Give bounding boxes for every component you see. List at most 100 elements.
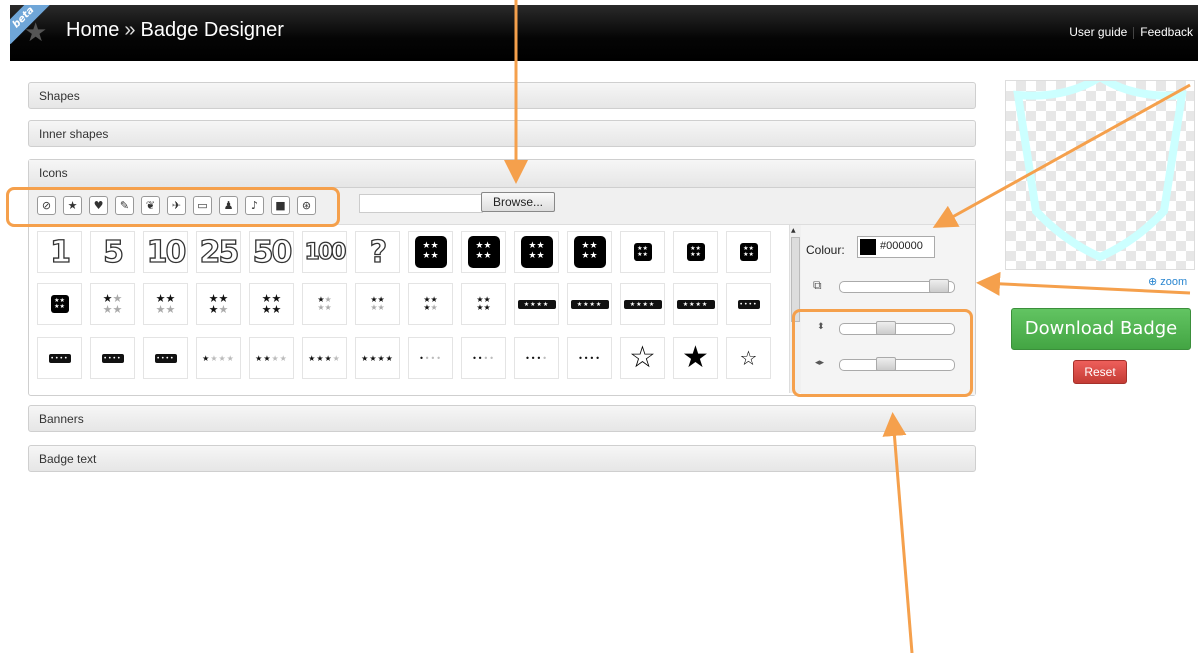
- icon-tile[interactable]: ••••: [143, 337, 188, 379]
- size-slider-knob[interactable]: [929, 279, 950, 293]
- stars-square-small-icon: ★★ ★★: [50, 295, 69, 313]
- icon-tile[interactable]: ★★★★: [249, 337, 294, 379]
- icon-grid: 1 5 10 25 50 100 ? ★★ ★★ ★★ ★★ ★★ ★★ ★★ ★★ ★…: [29, 225, 788, 395]
- icon-tile[interactable]: ★★★★: [196, 337, 241, 379]
- icons-label: Icons: [39, 166, 68, 180]
- four-star-row-icon: ★★★★: [361, 353, 394, 363]
- one-dot-row-icon: ••••: [419, 353, 442, 363]
- colour-picker[interactable]: #000000: [857, 236, 935, 258]
- icon-tile[interactable]: ••••: [408, 337, 453, 379]
- top-bar: ★ beta Home» Badge Designer User guide Fee…: [10, 5, 1198, 61]
- icons-section-header[interactable]: Icons: [29, 160, 975, 188]
- upload-field[interactable]: [359, 194, 483, 213]
- icon-tile[interactable]: 5: [90, 231, 135, 273]
- badge-preview: [1005, 72, 1195, 270]
- icon-tile[interactable]: ★★★★: [408, 231, 453, 273]
- icon-tile[interactable]: ★★★★: [355, 337, 400, 379]
- icon-tile[interactable]: ★★★★: [726, 231, 771, 273]
- scroll-up-icon[interactable]: ▲: [791, 227, 796, 234]
- two-star-small-icon: ★★ ★★: [370, 295, 385, 312]
- icon-tile[interactable]: ★: [673, 337, 718, 379]
- browse-button[interactable]: Browse...: [481, 192, 555, 212]
- download-badge-button[interactable]: Download Badge: [1011, 308, 1191, 350]
- star-bar-icon: ★★★★: [517, 299, 556, 309]
- number-5-icon: 5: [102, 234, 124, 270]
- icon-tile[interactable]: ••••: [514, 337, 559, 379]
- icon-tile[interactable]: ☆: [726, 337, 771, 379]
- banners-section-header[interactable]: Banners: [28, 405, 976, 432]
- icon-tile[interactable]: 25: [196, 231, 241, 273]
- icon-tile[interactable]: ★★★★: [514, 231, 559, 273]
- icon-tile[interactable]: ★★★★: [143, 283, 188, 325]
- icon-tile[interactable]: ★★★★: [408, 283, 453, 325]
- stars-square-small-icon: ★★ ★★: [686, 243, 705, 261]
- shapes-section-header[interactable]: Shapes: [28, 82, 976, 109]
- number-1-icon: 1: [49, 234, 71, 270]
- colour-value: #000000: [880, 240, 923, 252]
- stars-square-icon: ★★ ★★: [573, 236, 606, 268]
- position-sliders-highlight: [792, 309, 973, 397]
- icon-tile[interactable]: 100: [302, 231, 347, 273]
- icon-tile[interactable]: ★★★★: [249, 283, 294, 325]
- star-bar-icon: ★★★★: [570, 299, 609, 309]
- stars-square-small-icon: ★★ ★★: [633, 243, 652, 261]
- icon-tile[interactable]: ••••: [37, 337, 82, 379]
- icon-tile[interactable]: ★★★★: [673, 231, 718, 273]
- icon-tile[interactable]: ••••: [90, 337, 135, 379]
- logo[interactable]: ★ beta: [10, 5, 56, 61]
- icon-tile[interactable]: ★★★★: [302, 283, 347, 325]
- two-dot-row-icon: ••••: [472, 353, 495, 363]
- feedback-link[interactable]: Feedback: [1135, 25, 1198, 39]
- three-dot-row-icon: ••••: [525, 353, 548, 363]
- star-filled-icon: ★: [682, 340, 709, 375]
- shield-shape: [1013, 72, 1187, 262]
- icon-tile[interactable]: ?: [355, 231, 400, 273]
- icon-tile[interactable]: ★★★★: [461, 231, 506, 273]
- icon-tile[interactable]: ••••: [726, 283, 771, 325]
- colour-label: Colour:: [806, 243, 845, 257]
- stars-square-icon: ★★ ★★: [467, 236, 500, 268]
- colour-swatch[interactable]: [860, 239, 876, 255]
- icon-tile[interactable]: ••••: [567, 337, 612, 379]
- three-star-icon: ★★ ★★: [208, 292, 229, 316]
- icon-tile[interactable]: 1: [37, 231, 82, 273]
- zoom-link[interactable]: ⊕ zoom: [1148, 275, 1187, 288]
- shapes-label: Shapes: [39, 89, 80, 103]
- icon-tile[interactable]: ★★★★: [302, 337, 347, 379]
- zoom-plus-icon: ⊕: [1148, 276, 1161, 288]
- icon-tile[interactable]: ★★★★: [673, 283, 718, 325]
- four-dot-row-icon: ••••: [578, 353, 601, 363]
- icon-tile[interactable]: ★★★★: [90, 283, 135, 325]
- breadcrumb: Home» Badge Designer: [66, 19, 284, 42]
- user-guide-link[interactable]: User guide: [1064, 25, 1132, 39]
- icon-tile[interactable]: ★★★★: [514, 283, 559, 325]
- two-star-row-icon: ★★★★: [255, 353, 288, 363]
- icon-tile[interactable]: ★★★★: [461, 283, 506, 325]
- icon-tile[interactable]: 10: [143, 231, 188, 273]
- icon-tile[interactable]: 50: [249, 231, 294, 273]
- stars-square-small-icon: ★★ ★★: [739, 243, 758, 261]
- icon-tile[interactable]: ★★★★: [196, 283, 241, 325]
- icon-tile[interactable]: ★★★★: [620, 231, 665, 273]
- breadcrumb-home[interactable]: Home: [66, 19, 119, 41]
- icon-tile[interactable]: ★★★★: [355, 283, 400, 325]
- star-outline-small-icon: ☆: [739, 346, 758, 370]
- number-25-icon: 25: [199, 234, 240, 270]
- icon-tile[interactable]: ••••: [461, 337, 506, 379]
- size-slider[interactable]: [839, 279, 955, 293]
- dot-bar-icon: ••••: [737, 299, 760, 309]
- inner-shapes-label: Inner shapes: [39, 127, 109, 141]
- icon-tile[interactable]: ★★★★: [567, 283, 612, 325]
- icon-tile[interactable]: ★★★★: [567, 231, 612, 273]
- banners-label: Banners: [39, 412, 84, 426]
- badge-text-section-header[interactable]: Badge text: [28, 445, 976, 472]
- four-star-small-icon: ★★ ★★: [476, 295, 491, 312]
- badge-text-label: Badge text: [39, 452, 97, 466]
- inner-shapes-section-header[interactable]: Inner shapes: [28, 120, 976, 147]
- icon-tile[interactable]: ★★★★: [37, 283, 82, 325]
- icon-tile[interactable]: ☆: [620, 337, 665, 379]
- category-icons-highlight: [6, 187, 340, 227]
- reset-button[interactable]: Reset: [1073, 360, 1127, 384]
- icon-tile[interactable]: ★★★★: [620, 283, 665, 325]
- one-star-row-icon: ★★★★: [202, 353, 235, 363]
